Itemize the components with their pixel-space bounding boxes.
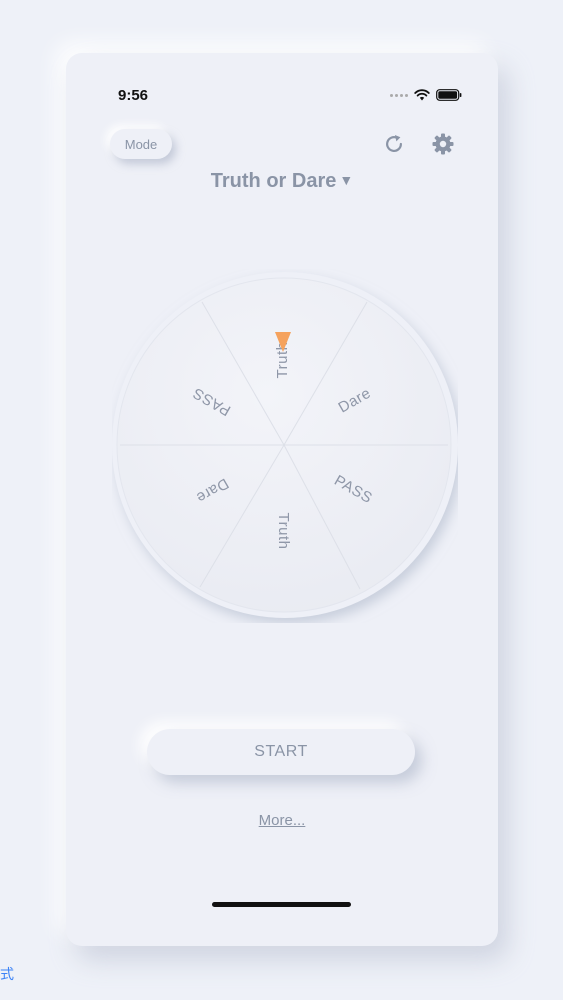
home-indicator[interactable]: [212, 902, 351, 907]
dropdown-caret-icon: ▼: [339, 172, 354, 188]
mode-button[interactable]: Mode: [110, 129, 172, 159]
refresh-button[interactable]: [379, 129, 409, 159]
signal-icon: [390, 93, 408, 97]
status-time: 9:56: [118, 87, 149, 104]
wifi-icon: [414, 89, 430, 101]
more-link[interactable]: More...: [66, 812, 498, 829]
side-label: 式: [0, 966, 14, 982]
status-icons: [390, 89, 462, 101]
start-button[interactable]: START: [147, 729, 415, 775]
wheel-segment-label: Truth: [275, 513, 292, 550]
refresh-icon: [386, 135, 402, 152]
game-title-selector[interactable]: Truth or Dare ▼: [66, 170, 498, 193]
wheel-graphic: Truth Dare PASS Truth Dare PASS: [112, 272, 458, 618]
gear-icon: [432, 133, 454, 155]
settings-button[interactable]: [428, 129, 458, 159]
battery-icon: [436, 89, 462, 101]
game-title: Truth or Dare: [210, 170, 337, 192]
phone-screen: 9:56 Mode Truth or Dare ▼ Truth Dare PAS…: [66, 53, 498, 946]
spinner-wheel[interactable]: Truth Dare PASS Truth Dare PASS: [112, 269, 458, 623]
